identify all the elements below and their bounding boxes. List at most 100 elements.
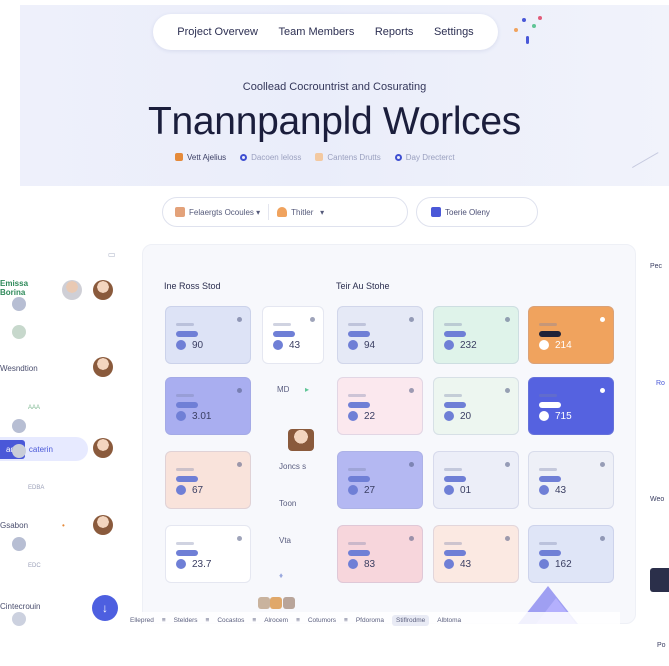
bottom-tab[interactable]: Stelders	[174, 617, 198, 624]
type-select[interactable]: Thitler ▾	[277, 207, 324, 217]
section-title-right: Teir Au Stohe	[336, 281, 390, 291]
avatar	[12, 419, 26, 433]
status-icon	[176, 340, 186, 350]
bottom-tab[interactable]: Albtoma	[437, 617, 461, 624]
avatar	[12, 537, 26, 551]
card-line	[539, 402, 561, 408]
task-card[interactable]: 90	[165, 306, 251, 364]
sidebar-item-edba[interactable]: EDBA	[28, 485, 44, 491]
card-menu-icon[interactable]	[310, 317, 315, 322]
bottom-tab[interactable]: Cocastos	[217, 617, 244, 624]
nav-item-reports[interactable]: Reports	[375, 26, 414, 38]
task-card[interactable]: 162	[528, 525, 614, 583]
tag-icon	[315, 153, 324, 161]
task-card[interactable]: 67	[165, 451, 251, 509]
task-card[interactable]: 27	[337, 451, 423, 509]
task-card[interactable]: 214	[528, 306, 614, 364]
card-line	[539, 323, 557, 326]
collapse-icon[interactable]: ▭	[108, 250, 116, 259]
task-card[interactable]: 232	[433, 306, 519, 364]
card-menu-icon[interactable]	[409, 536, 414, 541]
status-icon	[348, 411, 358, 421]
bottom-tab[interactable]: Cotumors	[308, 617, 336, 624]
task-card[interactable]: 43	[262, 306, 324, 364]
card-value: 3.01	[192, 411, 212, 422]
nav-item-settings[interactable]: Settings	[434, 26, 474, 38]
meta-item: Day Drecterct	[394, 153, 455, 162]
card-menu-icon[interactable]	[505, 388, 510, 393]
dark-card[interactable]	[650, 568, 669, 592]
bottom-tab[interactable]: Pfdoroma	[356, 617, 384, 624]
circle-icon	[394, 154, 402, 161]
card-value: 715	[555, 411, 572, 422]
status-icon	[539, 340, 549, 350]
task-card[interactable]: 43	[433, 525, 519, 583]
card-line	[539, 394, 557, 397]
card-line	[539, 542, 557, 545]
sidebar-item-emissa[interactable]: Emissa Borina	[0, 279, 56, 297]
top-nav: Project Overvew Team Members Reports Set…	[153, 14, 498, 50]
card-menu-icon[interactable]	[409, 317, 414, 322]
avatar	[93, 280, 113, 300]
card-menu-icon[interactable]	[600, 388, 605, 393]
filter-button-label: Toerie Oleny	[445, 207, 490, 217]
card-menu-icon[interactable]	[237, 317, 242, 322]
task-card[interactable]: 20	[433, 377, 519, 435]
card-menu-icon[interactable]	[600, 317, 605, 322]
right-label: Weo	[650, 496, 665, 503]
right-label: Po	[657, 642, 666, 649]
task-card[interactable]: 83	[337, 525, 423, 583]
bottom-tab-active[interactable]: Stiflrodme	[392, 614, 430, 626]
card-line	[539, 476, 561, 482]
card-value: 214	[555, 340, 572, 351]
bottom-tab[interactable]: Alrocem	[264, 617, 288, 624]
sidebar-item-cintecrouin[interactable]: Cintecrouin	[0, 602, 40, 611]
task-card[interactable]: 43	[528, 451, 614, 509]
sidebar-item-edc[interactable]: EDC	[28, 563, 41, 569]
divider: ≡	[344, 616, 348, 624]
task-card[interactable]: 01	[433, 451, 519, 509]
nav-item-project-overview[interactable]: Project Overvew	[177, 26, 258, 38]
task-card[interactable]: 3.01	[165, 377, 251, 435]
user-icon	[175, 153, 183, 161]
card-line	[348, 468, 366, 471]
download-icon[interactable]: ↓	[92, 595, 118, 621]
sidebar-item-gsabon[interactable]: Gsabon	[0, 521, 28, 530]
card-value: 94	[364, 340, 376, 351]
card-menu-icon[interactable]	[409, 388, 414, 393]
avatar	[12, 612, 26, 626]
card-line	[176, 550, 198, 556]
nav-item-team-members[interactable]: Team Members	[279, 26, 355, 38]
divider: ≡	[205, 616, 210, 624]
card-value: 83	[364, 559, 376, 570]
task-card[interactable]: 22	[337, 377, 423, 435]
team-select[interactable]: Felaergts Ocoules ▾	[175, 207, 260, 217]
sidebar-item-wesndtion[interactable]: Wesndtion	[0, 364, 38, 373]
sidebar-item-aaa[interactable]: AAA	[28, 405, 40, 411]
card-menu-icon[interactable]	[237, 388, 242, 393]
avatar	[12, 444, 26, 458]
bottom-tab[interactable]: Ellepred	[130, 617, 154, 624]
card-menu-icon[interactable]	[237, 536, 242, 541]
bottom-tab-bar: Ellepred ≡ Stelders ≡ Cocastos ≡ Alrocem ≡ C…	[130, 612, 620, 628]
card-menu-icon[interactable]	[505, 536, 510, 541]
card-menu-icon[interactable]	[409, 462, 414, 467]
task-card[interactable]: 94	[337, 306, 423, 364]
right-sidebar	[645, 236, 669, 666]
card-menu-icon[interactable]	[600, 462, 605, 467]
card-line	[176, 323, 194, 326]
filter-button[interactable]: Toerie Oleny	[416, 197, 538, 227]
card-line	[176, 402, 198, 408]
hero-meta: Vett Ajelius Dacoen leloss Cantens Drutt…	[175, 153, 455, 162]
card-menu-icon[interactable]	[505, 317, 510, 322]
task-card[interactable]: 23.7	[165, 525, 251, 583]
meta-item: Vett Ajelius	[175, 153, 226, 162]
mini-label: MD	[277, 385, 290, 394]
card-menu-icon[interactable]	[505, 462, 510, 467]
card-line	[348, 542, 366, 545]
card-line	[348, 394, 366, 397]
card-menu-icon[interactable]	[237, 462, 242, 467]
task-card[interactable]: 715	[528, 377, 614, 435]
status-icon	[176, 485, 186, 495]
card-menu-icon[interactable]	[600, 536, 605, 541]
